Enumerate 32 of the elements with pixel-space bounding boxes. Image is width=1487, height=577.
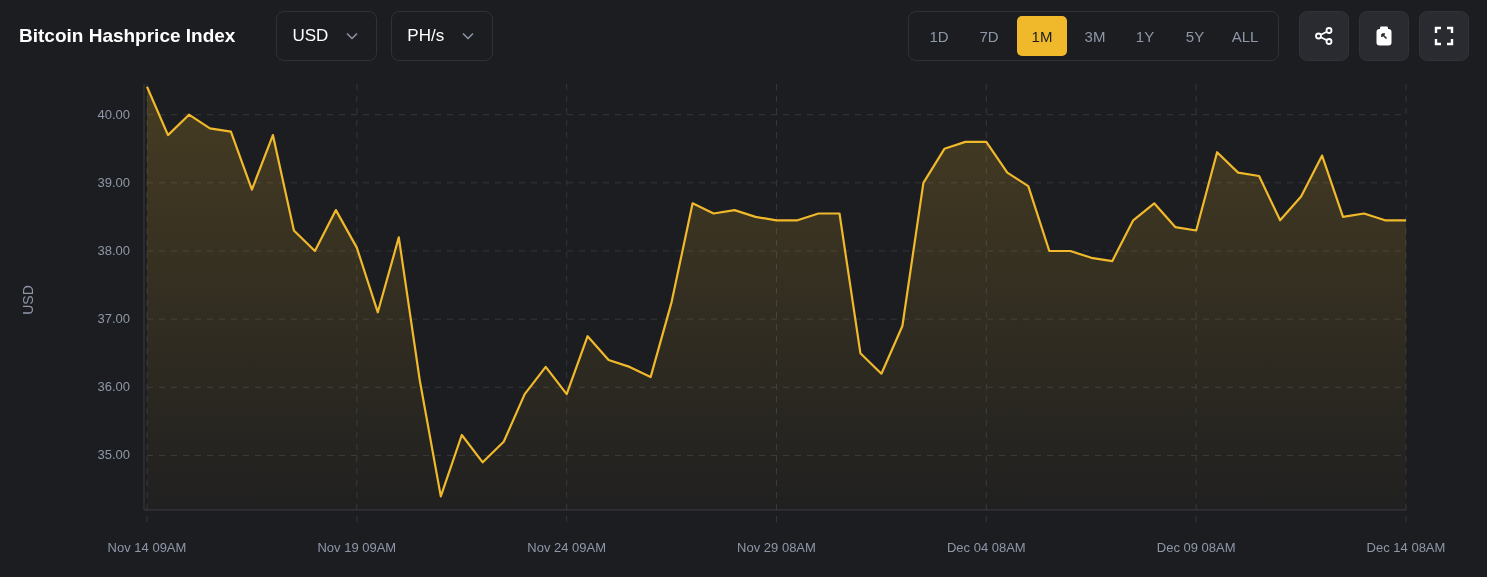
chevron-down-icon [346, 32, 359, 40]
x-axis-label: Nov 29 08AM [737, 540, 816, 555]
clipboard-icon [1375, 26, 1393, 46]
chart-title: Bitcoin Hashprice Index [19, 25, 236, 47]
range-tab[interactable]: 1D [917, 16, 961, 56]
range-tab[interactable]: 1Y [1123, 16, 1167, 56]
y-axis-label: 35.00 [97, 447, 130, 463]
y-axis-title: USD [20, 285, 36, 315]
fullscreen-button[interactable] [1419, 11, 1469, 61]
range-tab[interactable]: 7D [967, 16, 1011, 56]
range-tab[interactable]: 3M [1073, 16, 1117, 56]
x-axis-label: Nov 14 09AM [107, 540, 187, 555]
range-tab[interactable]: ALL [1223, 16, 1267, 56]
dropdown[interactable]: USD [276, 11, 378, 61]
copy-button[interactable] [1359, 11, 1409, 61]
x-axis-label: Dec 14 08AM [1366, 540, 1446, 555]
share-button[interactable] [1299, 11, 1349, 61]
x-axis-label: Dec 09 08AM [1156, 540, 1236, 555]
x-axis-label: Nov 24 09AM [527, 540, 607, 555]
range-tab[interactable]: 5Y [1173, 16, 1217, 56]
x-axis-label: Dec 04 08AM [946, 540, 1026, 555]
y-axis-label: 39.00 [97, 174, 130, 190]
range-tab[interactable]: 1M [1017, 16, 1067, 56]
chevron-down-icon [462, 32, 475, 40]
share-icon [1314, 26, 1334, 46]
dropdown[interactable]: PH/s [391, 11, 494, 61]
y-axis-label: 40.00 [97, 106, 130, 122]
y-axis-label: 36.00 [97, 379, 130, 395]
y-axis-label: 37.00 [97, 311, 130, 327]
x-axis-label: Nov 19 09AM [317, 540, 397, 555]
y-axis-label: 38.00 [97, 243, 130, 258]
fullscreen-icon [1434, 26, 1454, 46]
